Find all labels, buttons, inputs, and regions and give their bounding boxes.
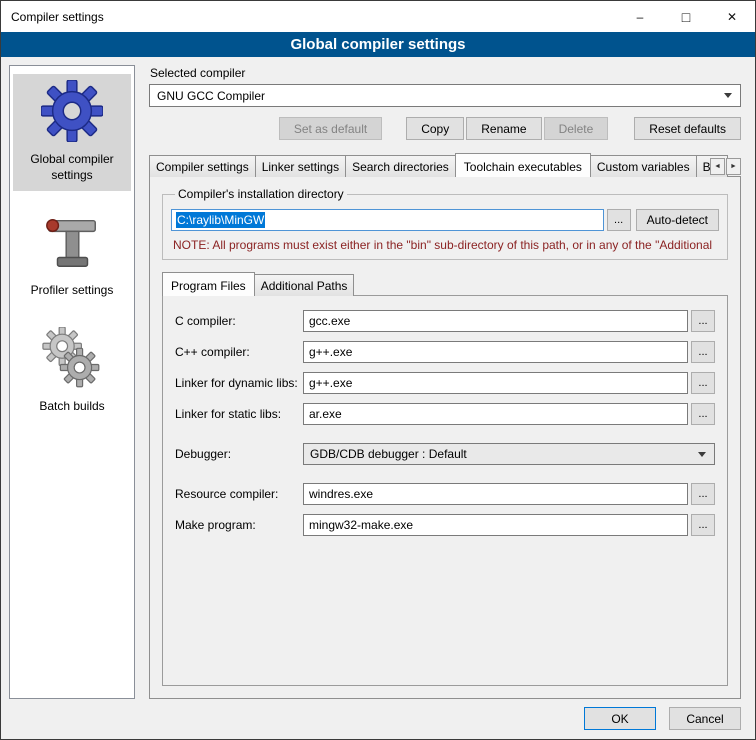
static-linker-input[interactable] [303, 403, 688, 425]
debugger-label: Debugger: [175, 447, 303, 461]
resource-compiler-input[interactable] [303, 483, 688, 505]
tab-toolchain-executables[interactable]: Toolchain executables [455, 153, 591, 177]
dynamic-linker-label: Linker for dynamic libs: [175, 376, 303, 390]
profiler-tool-icon [41, 211, 103, 273]
installation-directory-value: C:\raylib\MinGW [176, 212, 265, 228]
program-files-page: C compiler: ... C++ compiler: ... Linker… [162, 295, 728, 686]
browse-button[interactable]: ... [691, 514, 715, 536]
browse-button[interactable]: ... [691, 310, 715, 332]
resource-compiler-row: Resource compiler: ... [175, 483, 715, 505]
tab-scroll-right-button[interactable]: ► [726, 158, 741, 175]
compiler-settings-window: Compiler settings – □ ✕ Global compiler … [0, 0, 756, 740]
resource-compiler-label: Resource compiler: [175, 487, 303, 501]
tab-search-directories[interactable]: Search directories [345, 155, 456, 177]
debugger-row: Debugger: GDB/CDB debugger : Default [175, 443, 715, 465]
gray-gears-icon [41, 327, 103, 389]
tab-compiler-settings[interactable]: Compiler settings [149, 155, 256, 177]
close-button[interactable]: ✕ [709, 1, 755, 32]
cpp-compiler-input[interactable] [303, 341, 688, 363]
browse-button[interactable]: ... [691, 483, 715, 505]
toolchain-executables-page: Compiler's installation directory C:\ray… [149, 176, 741, 699]
delete-button[interactable]: Delete [544, 117, 609, 140]
title-bar: Compiler settings – □ ✕ [1, 1, 755, 32]
auto-detect-button[interactable]: Auto-detect [636, 209, 719, 231]
ok-button[interactable]: OK [584, 707, 656, 730]
arrow-left-icon: ◄ [714, 163, 721, 170]
tab-program-files[interactable]: Program Files [162, 272, 255, 296]
browse-button[interactable]: ... [691, 403, 715, 425]
cpp-compiler-label: C++ compiler: [175, 345, 303, 359]
close-icon: ✕ [727, 10, 737, 24]
settings-category-list: Global compiler settings Profiler settin… [9, 65, 135, 699]
sidebar-item-profiler-settings[interactable]: Profiler settings [13, 205, 131, 307]
maximize-button[interactable]: □ [663, 1, 709, 32]
minimize-button[interactable]: – [617, 1, 663, 32]
selected-compiler-label: Selected compiler [150, 66, 741, 80]
arrow-right-icon: ► [730, 163, 737, 170]
copy-button[interactable]: Copy [406, 117, 464, 140]
rename-button[interactable]: Rename [466, 117, 541, 140]
dialog-footer: OK Cancel [1, 707, 755, 739]
debugger-value: GDB/CDB debugger : Default [310, 447, 692, 461]
chevron-down-icon [698, 452, 706, 457]
installation-directory-input[interactable]: C:\raylib\MinGW [171, 209, 604, 231]
reset-defaults-button[interactable]: Reset defaults [634, 117, 741, 140]
make-program-label: Make program: [175, 518, 303, 532]
c-compiler-input[interactable] [303, 310, 688, 332]
dynamic-linker-row: Linker for dynamic libs: ... [175, 372, 715, 394]
sidebar-item-label: Batch builds [39, 399, 104, 415]
browse-button[interactable]: ... [691, 341, 715, 363]
main-panel: Selected compiler GNU GCC Compiler Set a… [149, 65, 741, 699]
installation-directory-row: C:\raylib\MinGW ... Auto-detect [171, 209, 719, 231]
window-title: Compiler settings [1, 1, 617, 32]
static-linker-label: Linker for static libs: [175, 407, 303, 421]
installation-directory-group-title: Compiler's installation directory [175, 187, 347, 201]
static-linker-row: Linker for static libs: ... [175, 403, 715, 425]
program-files-tab-bar: Program Files Additional Paths [162, 272, 728, 296]
sidebar-item-global-compiler-settings[interactable]: Global compiler settings [13, 74, 131, 191]
tab-scroll-controls: ◄ ► [709, 158, 741, 175]
maximize-icon: □ [682, 9, 690, 25]
dialog-body: Global compiler settings Profiler settin… [1, 57, 755, 707]
selected-compiler-dropdown[interactable]: GNU GCC Compiler [149, 84, 741, 107]
c-compiler-label: C compiler: [175, 314, 303, 328]
blue-gear-icon [41, 80, 103, 142]
bin-subdirectory-note: NOTE: All programs must exist either in … [173, 238, 719, 252]
cpp-compiler-row: C++ compiler: ... [175, 341, 715, 363]
installation-directory-group: Compiler's installation directory C:\ray… [162, 187, 728, 260]
tab-scroll-left-button[interactable]: ◄ [710, 158, 725, 175]
selected-compiler-value: GNU GCC Compiler [157, 89, 718, 103]
sidebar-item-batch-builds[interactable]: Batch builds [13, 321, 131, 423]
set-as-default-button[interactable]: Set as default [279, 117, 382, 140]
tab-additional-paths[interactable]: Additional Paths [254, 274, 355, 296]
browse-button[interactable]: ... [691, 372, 715, 394]
make-program-row: Make program: ... [175, 514, 715, 536]
settings-tab-bar: Compiler settings Linker settings Search… [149, 153, 741, 177]
tab-linker-settings[interactable]: Linker settings [255, 155, 346, 177]
cancel-button[interactable]: Cancel [669, 707, 741, 730]
tab-custom-variables[interactable]: Custom variables [590, 155, 697, 177]
sidebar-item-label: Global compiler settings [15, 152, 129, 183]
compiler-actions: Set as default Copy Rename Delete Reset … [149, 117, 741, 140]
chevron-down-icon [724, 93, 732, 98]
browse-directory-button[interactable]: ... [607, 209, 631, 231]
c-compiler-row: C compiler: ... [175, 310, 715, 332]
minimize-icon: – [637, 10, 644, 24]
debugger-dropdown[interactable]: GDB/CDB debugger : Default [303, 443, 715, 465]
make-program-input[interactable] [303, 514, 688, 536]
dynamic-linker-input[interactable] [303, 372, 688, 394]
sidebar-item-label: Profiler settings [31, 283, 114, 299]
dialog-heading: Global compiler settings [1, 32, 755, 57]
